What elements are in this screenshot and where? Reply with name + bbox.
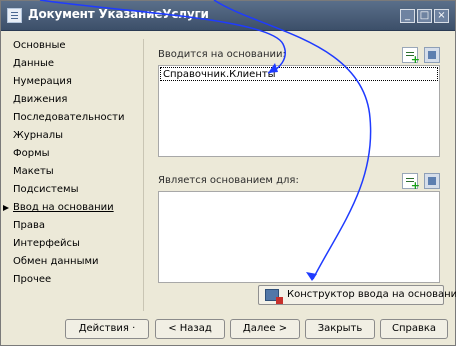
constructor-button-label: Конструктор ввода на основании <box>287 289 456 300</box>
close-button[interactable]: × <box>434 9 449 23</box>
nav-item-other[interactable]: Прочее <box>13 272 51 288</box>
is-basis-for-list[interactable] <box>158 191 440 283</box>
add-basis-for-icon[interactable] <box>402 173 420 192</box>
actions-button[interactable]: Действия · <box>65 319 149 339</box>
edit-based-on-icon[interactable] <box>424 47 440 63</box>
footer-bar: Действия · < Назад Далее > Закрыть Справ… <box>1 315 456 345</box>
nav-item-sequences[interactable]: Последовательности <box>13 110 124 126</box>
constructor-icon <box>265 289 283 304</box>
nav-item-subsystems[interactable]: Подсистемы <box>13 182 78 198</box>
nav-item-numbering[interactable]: Нумерация <box>13 74 72 90</box>
title-bar[interactable]: Документ УказаниеУслуги _ □ × <box>1 1 455 31</box>
based-on-list[interactable]: Справочник.Клиенты <box>158 65 440 157</box>
document-icon <box>7 8 22 23</box>
nav-item-movements[interactable]: Движения <box>13 92 67 108</box>
window-title: Документ УказаниеУслуги <box>28 7 209 21</box>
sidebar-nav: Основные Данные Нумерация Движения После… <box>3 38 143 304</box>
add-based-on-icon[interactable] <box>402 47 420 66</box>
edit-basis-for-icon[interactable] <box>424 173 440 189</box>
actions-label: Действия <box>78 323 129 334</box>
nav-item-data-exchange[interactable]: Обмен данными <box>13 254 99 270</box>
next-button[interactable]: Далее > <box>230 319 300 339</box>
window-controls: _ □ × <box>400 9 449 23</box>
maximize-button[interactable]: □ <box>417 9 432 23</box>
nav-item-data[interactable]: Данные <box>13 56 54 72</box>
nav-item-forms[interactable]: Формы <box>13 146 50 162</box>
active-item-marker-icon <box>3 205 9 211</box>
is-basis-for-label: Является основанием для: <box>158 175 299 186</box>
nav-item-templates[interactable]: Макеты <box>13 164 54 180</box>
actions-dots: · <box>132 323 136 334</box>
main-content: Вводится на основании: Справочник.Клиент… <box>143 39 456 311</box>
list-item[interactable]: Справочник.Клиенты <box>160 67 438 81</box>
minimize-button[interactable]: _ <box>400 9 415 23</box>
nav-item-rights[interactable]: Права <box>13 218 45 234</box>
help-button[interactable]: Справка <box>380 319 448 339</box>
based-on-label: Вводится на основании: <box>158 49 286 60</box>
nav-item-main[interactable]: Основные <box>13 38 66 54</box>
back-button[interactable]: < Назад <box>155 319 225 339</box>
nav-item-input-based-on[interactable]: Ввод на основании <box>13 200 114 216</box>
constructor-button[interactable]: Конструктор ввода на основании <box>258 285 456 305</box>
nav-item-interfaces[interactable]: Интерфейсы <box>13 236 80 252</box>
close-dialog-button[interactable]: Закрыть <box>305 319 375 339</box>
object-window: Документ УказаниеУслуги _ □ × Основные Д… <box>0 0 456 346</box>
nav-item-journals[interactable]: Журналы <box>13 128 63 144</box>
